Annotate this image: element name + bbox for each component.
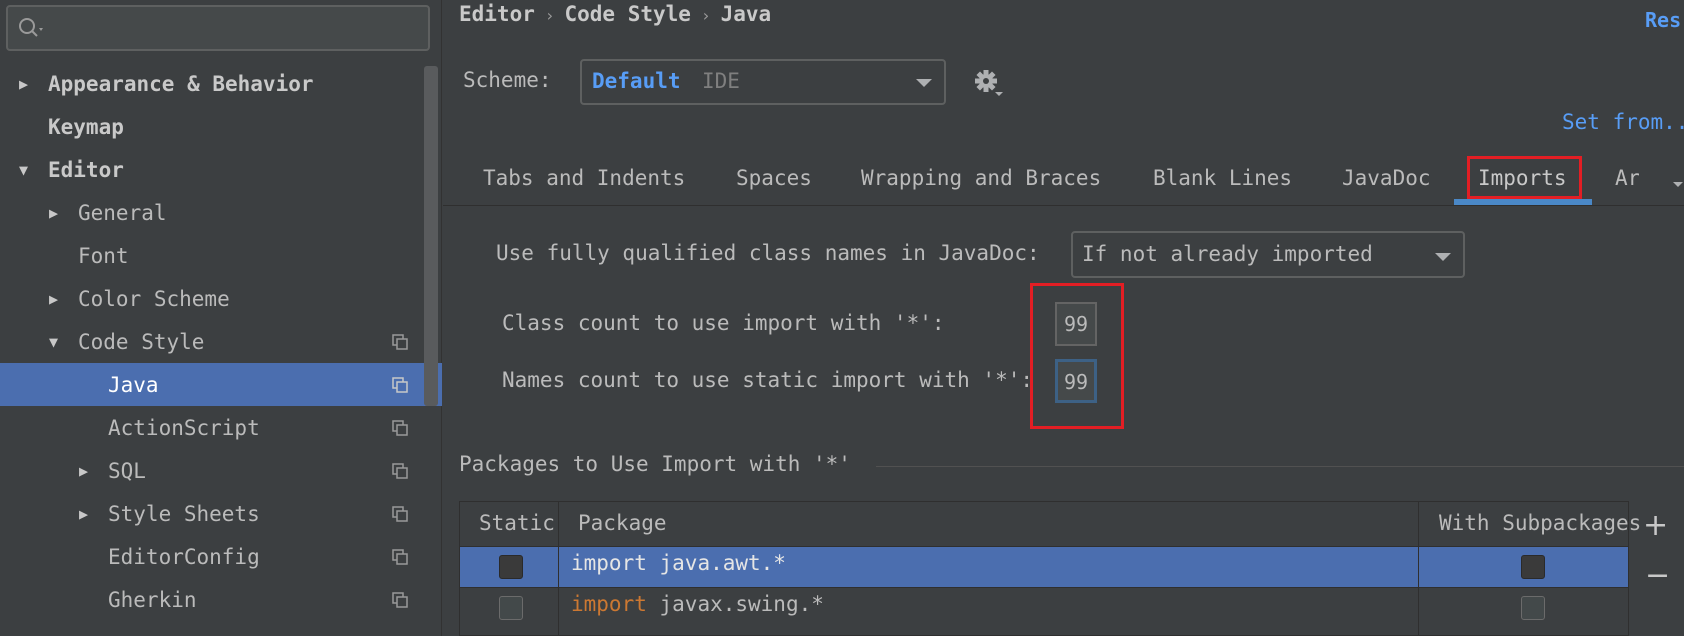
tree-item-label: Editor <box>48 157 124 182</box>
tree-item-code-style[interactable]: ▼ Code Style <box>0 320 442 363</box>
subpackages-checkbox[interactable] <box>1521 555 1545 579</box>
tree-item-label: Code Style <box>78 329 205 354</box>
table-row[interactable]: import java.awt.* <box>460 547 1628 587</box>
scheme-dropdown[interactable]: Default IDE <box>580 59 946 105</box>
chevron-down-icon[interactable]: ▼ <box>19 161 28 179</box>
highlight-box <box>1030 283 1124 429</box>
tree-item-editor[interactable]: ▼ Editor <box>0 148 442 191</box>
fq-javadoc-value: If not already imported <box>1082 242 1373 266</box>
add-package-button[interactable]: + <box>1643 508 1668 543</box>
chevron-right-icon[interactable]: ▶ <box>49 290 58 308</box>
tabs-overflow-icon[interactable] <box>1673 182 1683 187</box>
tab-arrangement[interactable]: Ar <box>1615 166 1639 190</box>
chevron-right-icon[interactable]: ▶ <box>79 505 88 523</box>
breadcrumb-item: Java <box>720 2 772 26</box>
settings-sidebar: ▶ Appearance & Behavior Keymap ▼ Editor … <box>0 0 442 636</box>
project-scope-icon <box>392 462 408 479</box>
packages-table: Static Package With Subpackages import j… <box>459 501 1641 636</box>
package-cell: import javax.swing.* <box>571 592 824 616</box>
scheme-type: IDE <box>702 69 740 93</box>
reset-link[interactable]: Res <box>1645 8 1681 32</box>
scheme-label: Scheme: <box>463 68 552 92</box>
set-from-link[interactable]: Set from... <box>1562 110 1684 134</box>
names-count-label: Names count to use static import with '*… <box>502 368 1034 392</box>
column-header-subpackages[interactable]: With Subpackages <box>1439 502 1641 546</box>
packages-section-title: Packages to Use Import with '*' <box>459 452 851 476</box>
breadcrumb-item: Code Style <box>564 2 691 26</box>
table-row[interactable]: import javax.swing.* <box>460 588 1628 628</box>
tree-item-editorconfig[interactable]: EditorConfig <box>0 535 442 578</box>
breadcrumb-item: Editor <box>459 2 535 26</box>
tree-item-label: ActionScript <box>108 415 260 440</box>
tab-tabs-and-indents[interactable]: Tabs and Indents <box>483 166 685 190</box>
column-divider <box>1418 502 1419 636</box>
package-name: java.awt.* <box>659 551 786 575</box>
project-scope-icon <box>392 505 408 522</box>
tree-item-label: Keymap <box>48 114 124 139</box>
project-scope-icon <box>392 419 408 436</box>
static-checkbox[interactable] <box>499 596 523 620</box>
project-scope-icon <box>392 376 408 393</box>
breadcrumb-separator: › <box>544 6 555 25</box>
class-count-label: Class count to use import with '*': <box>502 311 945 335</box>
tree-item-font[interactable]: Font <box>0 234 442 277</box>
project-scope-icon <box>392 333 408 350</box>
import-keyword: import <box>571 592 647 616</box>
tree-item-label: General <box>78 200 167 225</box>
chevron-down-icon[interactable]: ▼ <box>49 333 58 351</box>
scheme-name: Default <box>592 69 681 93</box>
code-style-panel: Editor › Code Style › Java Res Scheme: Defau… <box>443 0 1684 636</box>
static-checkbox[interactable] <box>499 555 523 579</box>
breadcrumb: Editor › Code Style › Java <box>459 2 771 26</box>
search-field[interactable] <box>6 5 430 51</box>
tree-item-color-scheme[interactable]: ▶ Color Scheme <box>0 277 442 320</box>
package-name: javax.swing.* <box>659 592 824 616</box>
chevron-right-icon[interactable]: ▶ <box>19 75 28 93</box>
tree-item-label: Java <box>108 372 159 397</box>
tab-wrapping-and-braces[interactable]: Wrapping and Braces <box>861 166 1101 190</box>
gear-icon[interactable] <box>973 68 1007 98</box>
tree-item-label: Gherkin <box>108 587 197 612</box>
tree-item-actionscript[interactable]: ActionScript <box>0 406 442 449</box>
project-scope-icon <box>392 591 408 608</box>
import-keyword: import <box>571 551 647 575</box>
subpackages-checkbox[interactable] <box>1521 596 1545 620</box>
tree-item-gherkin[interactable]: Gherkin <box>0 578 442 621</box>
breadcrumb-separator: › <box>700 6 711 25</box>
fq-javadoc-label: Use fully qualified class names in JavaD… <box>496 241 1040 265</box>
tree-item-label: Style Sheets <box>108 501 260 526</box>
package-cell: import java.awt.* <box>571 551 786 575</box>
section-divider <box>876 466 1684 467</box>
column-header-package[interactable]: Package <box>578 502 667 546</box>
dropdown-arrow-icon <box>916 79 932 87</box>
tree-item-general[interactable]: ▶ General <box>0 191 442 234</box>
fq-javadoc-dropdown[interactable]: If not already imported <box>1071 231 1465 278</box>
search-icon <box>19 18 43 37</box>
tree-item-keymap[interactable]: Keymap <box>0 105 442 148</box>
tree-item-label: Appearance & Behavior <box>48 71 314 96</box>
chevron-right-icon[interactable]: ▶ <box>79 462 88 480</box>
tree-item-label: EditorConfig <box>108 544 260 569</box>
tree-item-label: Color Scheme <box>78 286 230 311</box>
tab-blank-lines[interactable]: Blank Lines <box>1153 166 1292 190</box>
tab-javadoc[interactable]: JavaDoc <box>1342 166 1431 190</box>
tree-item-appearance[interactable]: ▶ Appearance & Behavior <box>0 62 442 105</box>
tree-item-sql[interactable]: ▶ SQL <box>0 449 442 492</box>
highlight-box <box>1467 156 1582 199</box>
column-divider <box>558 502 559 636</box>
tree-item-label: SQL <box>108 458 146 483</box>
tree-item-java[interactable]: Java <box>0 363 442 406</box>
sidebar-scrollbar[interactable] <box>424 66 438 406</box>
tree-item-style-sheets[interactable]: ▶ Style Sheets <box>0 492 442 535</box>
active-tab-indicator <box>1454 199 1592 205</box>
tree-item-label: Font <box>78 243 129 268</box>
remove-package-button[interactable]: − <box>1645 558 1670 593</box>
project-scope-icon <box>392 548 408 565</box>
chevron-right-icon[interactable]: ▶ <box>49 204 58 222</box>
dropdown-arrow-icon <box>1435 253 1451 261</box>
tab-spaces[interactable]: Spaces <box>736 166 812 190</box>
column-header-static[interactable]: Static <box>479 502 557 546</box>
